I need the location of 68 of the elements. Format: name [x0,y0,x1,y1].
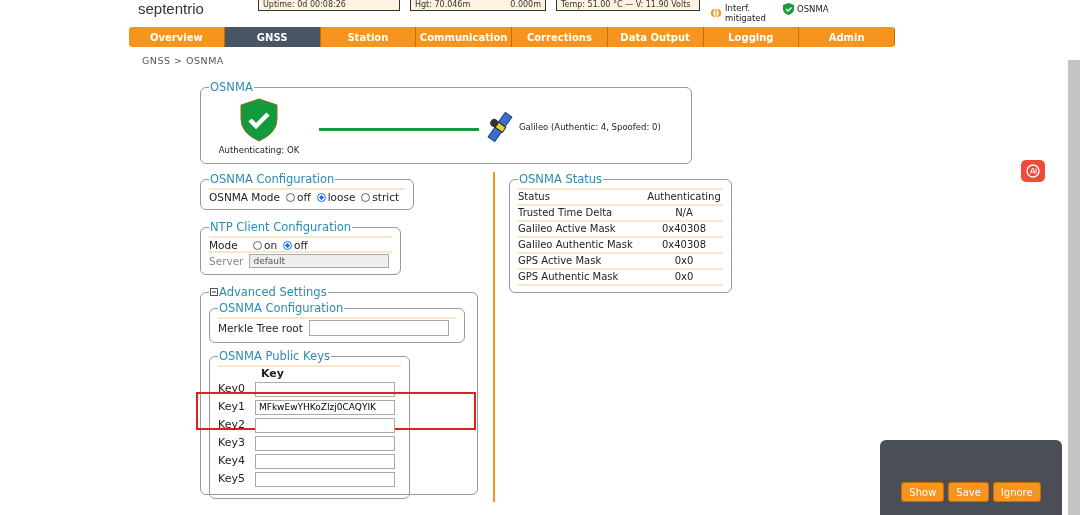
option-label: off [294,239,308,251]
panel-title: OSNMA [209,80,254,94]
panel-title: OSNMA Configuration [209,172,336,186]
signal-wave-icon [710,7,722,19]
field-label: Merkle Tree root [218,322,303,334]
radio-button[interactable] [286,192,295,202]
status-value: Authenticating [646,190,722,204]
key-label: Key3 [218,435,245,451]
status-name: Status [518,190,550,204]
status-value: 0x40308 [660,222,708,236]
ai-chat-icon[interactable] [1021,160,1045,182]
key-field[interactable] [254,453,395,469]
panel-title: OSNMA Status [518,172,604,186]
panel-title: OSNMA Public Keys [218,349,331,363]
radio-button[interactable] [316,192,326,202]
popup-button[interactable]: Show [901,482,945,502]
panel-title: OSNMA Configuration [218,301,345,315]
indicator-label: Interf. mitigated [725,3,767,23]
popup-button[interactable]: Save [948,482,989,502]
status-text: Temp: 51.00 °C — V: 11.90 Volts [561,0,691,10]
option-label: on [264,239,278,251]
status-label: Authenticating: OK [218,145,300,155]
status-name: Galileo Active Mask [518,222,616,236]
radio-button[interactable] [361,192,371,202]
key-label: Key1 [218,399,245,415]
panel-title: Advanced Settings [209,285,328,299]
status-name: GPS Authentic Mask [518,270,619,284]
radio-button[interactable] [253,240,262,250]
nav-tab[interactable]: GNSS [224,27,321,47]
shield-check-icon [240,98,278,142]
status-value: 0x40308 [660,238,708,252]
panel-title: NTP Client Configuration [209,220,353,234]
key-field[interactable] [254,471,395,487]
key-field[interactable]: MFkwEwYHKoZIzj0CAQYIK [254,399,395,415]
popup-button[interactable]: Ignore [992,482,1041,502]
status-value: 0x0 [673,254,695,268]
status-text: Hgt: 70.046m [415,0,471,10]
status-value: N/A [674,206,694,220]
logo: septentrio [138,0,205,17]
shield-check-icon [783,3,794,15]
status-name: GPS Active Mask [518,254,602,268]
key-field[interactable] [254,435,395,451]
status-name: Trusted Time Delta [518,206,613,220]
column-header: Key [261,367,285,380]
indicator-label: OSNMA [797,4,830,14]
radio-button[interactable] [283,240,293,250]
satellite-icon [485,110,515,143]
status-text: Uptime: 0d 00:08:26 [263,0,346,10]
field-label: Server [209,255,244,267]
key-label: Key0 [218,381,245,397]
option-label: loose [327,191,356,203]
option-label: strict [372,191,400,203]
collapse-icon[interactable] [210,288,218,296]
status-name: Galileo Authentic Mask [518,238,633,252]
field-label: Mode [209,239,239,251]
field-label: OSNMA Mode [209,191,280,203]
merkle-root-field[interactable] [308,320,449,336]
nav-tab[interactable]: Overview [129,27,225,47]
status-text: 0.000m [510,0,541,10]
option-label: off [297,191,311,203]
constellation-label: Galileo (Authentic: 4, Spoofed: 0) [519,121,661,132]
key-label: Key4 [218,453,245,469]
scrollbar[interactable] [1068,60,1080,515]
key-label: Key2 [218,417,245,433]
status-value: 0x0 [673,270,695,284]
breadcrumb: GNSS > OSNMA [142,55,225,66]
key-field[interactable] [254,417,395,433]
key-label: Key5 [218,471,245,487]
